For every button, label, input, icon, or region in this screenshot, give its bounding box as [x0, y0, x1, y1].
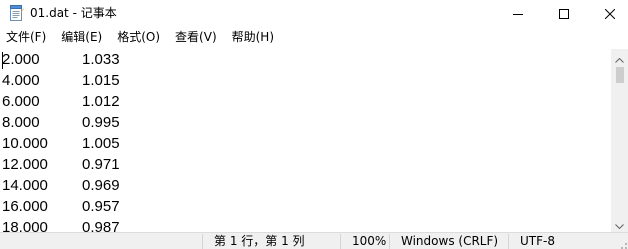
y-value: 0.995 — [82, 114, 120, 131]
text-line: 8.000 0.995 — [0, 112, 600, 133]
title-bar[interactable]: 01.dat - 记事本 — [0, 0, 628, 27]
minimize-icon — [513, 9, 523, 19]
text-line: 14.000 0.969 — [0, 175, 600, 196]
menu-help[interactable]: 帮助(H) — [226, 27, 281, 48]
status-divider — [508, 234, 509, 249]
text-line: 4.000 1.015 — [0, 70, 600, 91]
menu-view[interactable]: 查看(V) — [169, 27, 224, 48]
text-line: 16.000 0.957 — [0, 196, 600, 217]
menu-bar: 文件(F) 编辑(E) 格式(O) 查看(V) 帮助(H) — [0, 27, 628, 48]
y-value: 1.005 — [82, 135, 120, 152]
x-value: 6.000 — [2, 93, 40, 110]
text-line: 10.000 1.005 — [0, 133, 600, 154]
resize-grip-icon[interactable] — [616, 235, 628, 249]
text-editor[interactable]: 2.000 1.033 4.000 1.015 6.000 1.012 8.00… — [0, 49, 611, 232]
status-divider — [340, 234, 341, 249]
y-value: 1.012 — [82, 93, 120, 110]
x-value: 16.000 — [2, 198, 48, 215]
scroll-down-button[interactable] — [611, 215, 628, 232]
y-value: 0.971 — [82, 156, 120, 173]
chevron-down-icon — [615, 214, 624, 233]
window-title: 01.dat - 记事本 — [30, 6, 117, 20]
notepad-icon — [9, 5, 24, 21]
zoom-level: 100% — [352, 234, 387, 248]
notepad-window: 01.dat - 记事本 文件(F) 编辑(E) 格式(O) 查看(V) 帮助(… — [0, 0, 628, 249]
close-icon — [605, 8, 615, 19]
status-bar: 第 1 行，第 1 列 100% Windows (CRLF) UTF-8 — [0, 232, 628, 249]
minimize-button[interactable] — [495, 0, 541, 27]
scrollbar-thumb[interactable] — [616, 67, 624, 83]
menu-format[interactable]: 格式(O) — [111, 27, 167, 48]
menu-edit[interactable]: 编辑(E) — [55, 27, 109, 48]
status-divider — [389, 234, 390, 249]
menu-file[interactable]: 文件(F) — [0, 27, 53, 48]
vertical-scrollbar[interactable] — [611, 49, 628, 232]
line-ending: Windows (CRLF) — [401, 234, 499, 248]
x-value: 12.000 — [2, 156, 48, 173]
scroll-up-button[interactable] — [611, 49, 628, 66]
y-value: 0.987 — [82, 219, 120, 232]
x-value: 14.000 — [2, 177, 48, 194]
file-encoding: UTF-8 — [520, 234, 555, 248]
text-line: 2.000 1.033 — [0, 49, 600, 70]
y-value: 1.015 — [82, 72, 120, 89]
chevron-up-icon — [615, 48, 624, 67]
y-value: 0.969 — [82, 177, 120, 194]
x-value: 8.000 — [2, 114, 40, 131]
x-value: 4.000 — [2, 72, 40, 89]
maximize-icon — [559, 8, 569, 19]
status-divider — [202, 234, 203, 249]
y-value: 0.957 — [82, 198, 120, 215]
text-line: 18.000 0.987 — [0, 217, 600, 232]
text-line: 12.000 0.971 — [0, 154, 600, 175]
y-value: 1.033 — [82, 51, 120, 68]
x-value: 10.000 — [2, 135, 48, 152]
maximize-button[interactable] — [541, 0, 587, 27]
x-value: 2.000 — [2, 51, 40, 68]
close-button[interactable] — [587, 0, 628, 27]
x-value: 18.000 — [2, 219, 48, 232]
cursor-position: 第 1 行，第 1 列 — [214, 234, 305, 248]
text-line: 6.000 1.012 — [0, 91, 600, 112]
